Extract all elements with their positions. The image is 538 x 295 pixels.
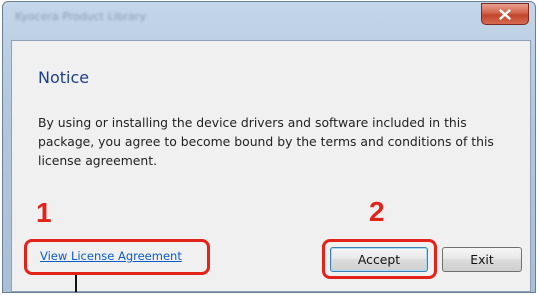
title-bar[interactable]: Kyocera Product Library [3,2,535,40]
callout-highlight-link [24,239,210,275]
callout-number-1: 1 [36,197,52,228]
license-notice-text: By using or installing the device driver… [38,115,494,168]
callout-highlight-accept [322,239,437,279]
dialog-content: Notice By using or installing the device… [11,40,531,292]
dialog-window: Kyocera Product Library Notice By using … [2,1,536,293]
window-title: Kyocera Product Library [15,10,146,23]
close-button[interactable] [481,3,529,25]
exit-button[interactable]: Exit [442,247,522,272]
callout-pointer-line [75,275,77,292]
close-icon [499,8,511,20]
callout-number-2: 2 [369,196,385,227]
notice-heading: Notice [38,68,90,87]
